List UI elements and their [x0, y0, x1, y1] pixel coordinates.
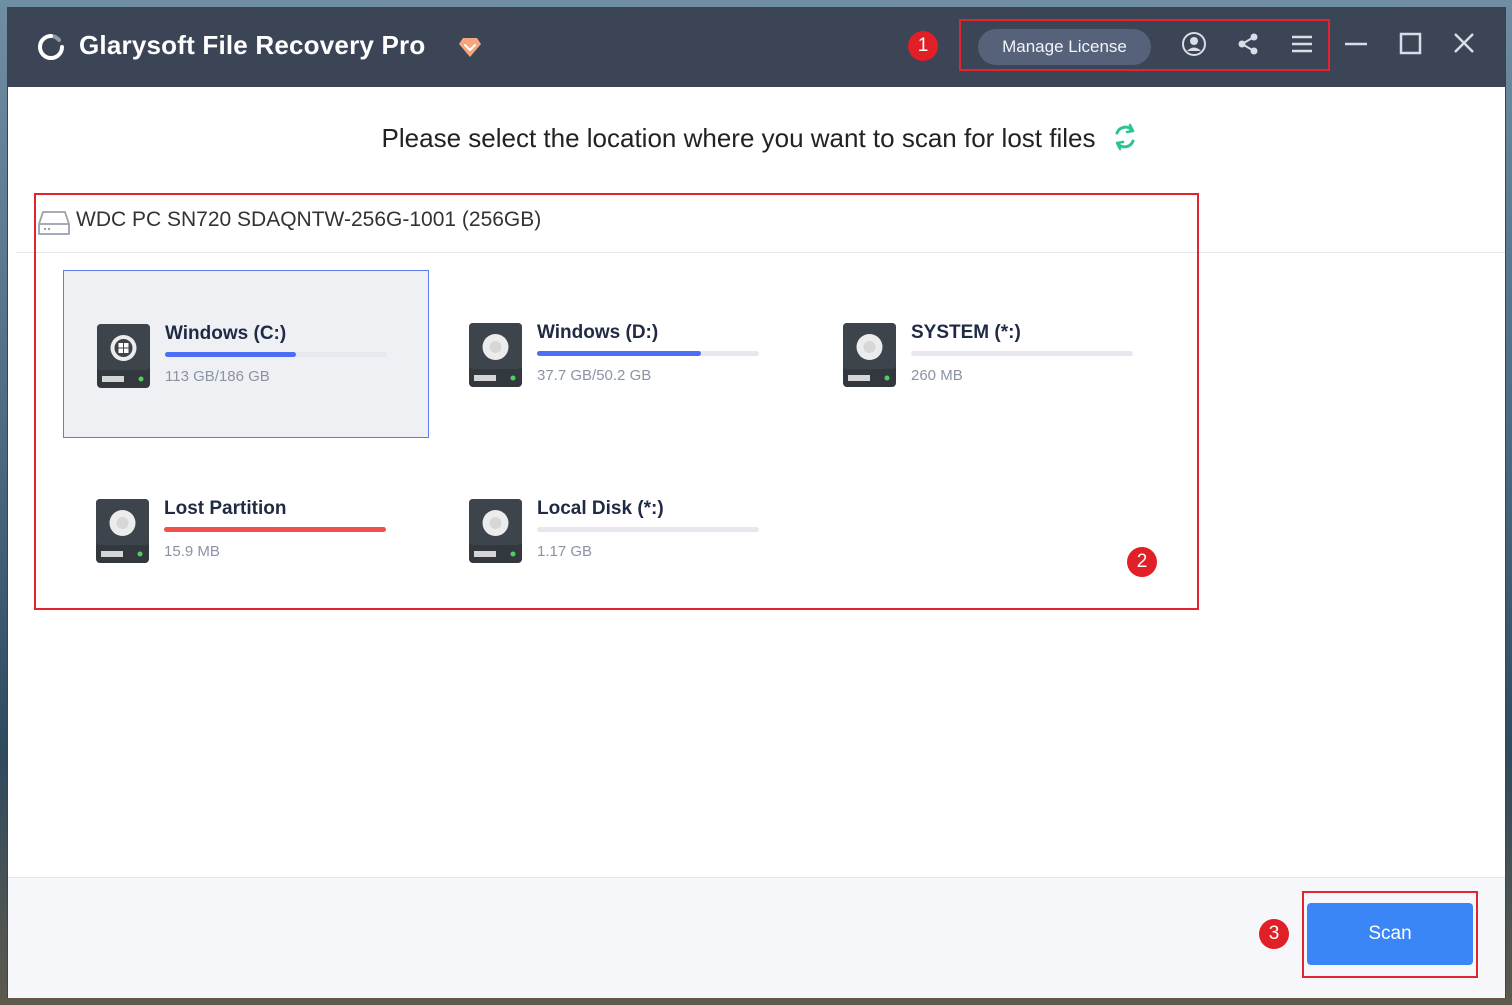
usage-bar — [537, 527, 759, 532]
partition-size: 113 GB/186 GB — [165, 368, 270, 385]
usage-bar — [911, 351, 1133, 356]
callout-badge-1: 1 — [908, 31, 938, 61]
partition-windows-c[interactable]: Windows (C:) 113 GB/186 GB — [63, 270, 429, 438]
menu-icon[interactable] — [1287, 30, 1317, 60]
partition-size: 1.17 GB — [537, 543, 593, 560]
hard-drive-icon — [469, 323, 522, 387]
refresh-icon[interactable] — [1111, 123, 1139, 151]
partition-name: SYSTEM (*:) — [911, 322, 1021, 343]
partition-name: Local Disk (*:) — [537, 498, 664, 519]
pro-diamond-icon — [459, 38, 481, 57]
usage-bar-fill — [537, 351, 702, 356]
usage-bar — [537, 351, 759, 356]
hard-drive-icon — [469, 499, 522, 563]
hard-drive-icon — [96, 499, 149, 563]
minimize-icon[interactable] — [1341, 30, 1371, 60]
close-icon[interactable] — [1449, 30, 1479, 60]
usage-bar-fill — [164, 527, 386, 532]
partition-name: Windows (C:) — [165, 323, 287, 344]
partition-name: Windows (D:) — [537, 322, 659, 343]
share-icon[interactable] — [1233, 30, 1263, 60]
partition-windows-d[interactable]: Windows (D:) 37.7 GB/50.2 GB — [436, 270, 802, 438]
maximize-icon[interactable] — [1395, 30, 1425, 60]
manage-license-button[interactable]: Manage License — [978, 29, 1151, 65]
scan-button[interactable]: Scan — [1307, 903, 1473, 965]
app-title: Glarysoft File Recovery Pro — [79, 30, 426, 60]
app-window: Glarysoft File Recovery Pro 1 Manage Lic… — [8, 8, 1505, 998]
partition-size: 37.7 GB/50.2 GB — [537, 367, 652, 384]
usage-bar — [164, 527, 386, 532]
usage-bar — [165, 352, 387, 357]
scan-location-prompt: Please select the location where you wan… — [8, 123, 1505, 154]
partition-system[interactable]: SYSTEM (*:) 260 MB — [810, 270, 1176, 438]
partition-size: 15.9 MB — [164, 543, 220, 560]
app-logo-icon — [38, 34, 64, 60]
partition-size: 260 MB — [911, 367, 963, 384]
callout-badge-3: 3 — [1259, 919, 1289, 949]
prompt-text: Please select the location where you wan… — [381, 123, 1096, 153]
windows-drive-icon — [97, 324, 150, 388]
partition-local-disk[interactable]: Local Disk (*:) 1.17 GB — [436, 446, 802, 614]
hard-drive-icon — [843, 323, 896, 387]
partition-lost[interactable]: Lost Partition 15.9 MB — [63, 446, 429, 614]
title-bar: Glarysoft File Recovery Pro 1 Manage Lic… — [8, 8, 1505, 87]
partition-name: Lost Partition — [164, 498, 287, 519]
account-icon[interactable] — [1179, 30, 1209, 60]
usage-bar-fill — [165, 352, 296, 357]
callout-badge-2: 2 — [1127, 547, 1157, 577]
